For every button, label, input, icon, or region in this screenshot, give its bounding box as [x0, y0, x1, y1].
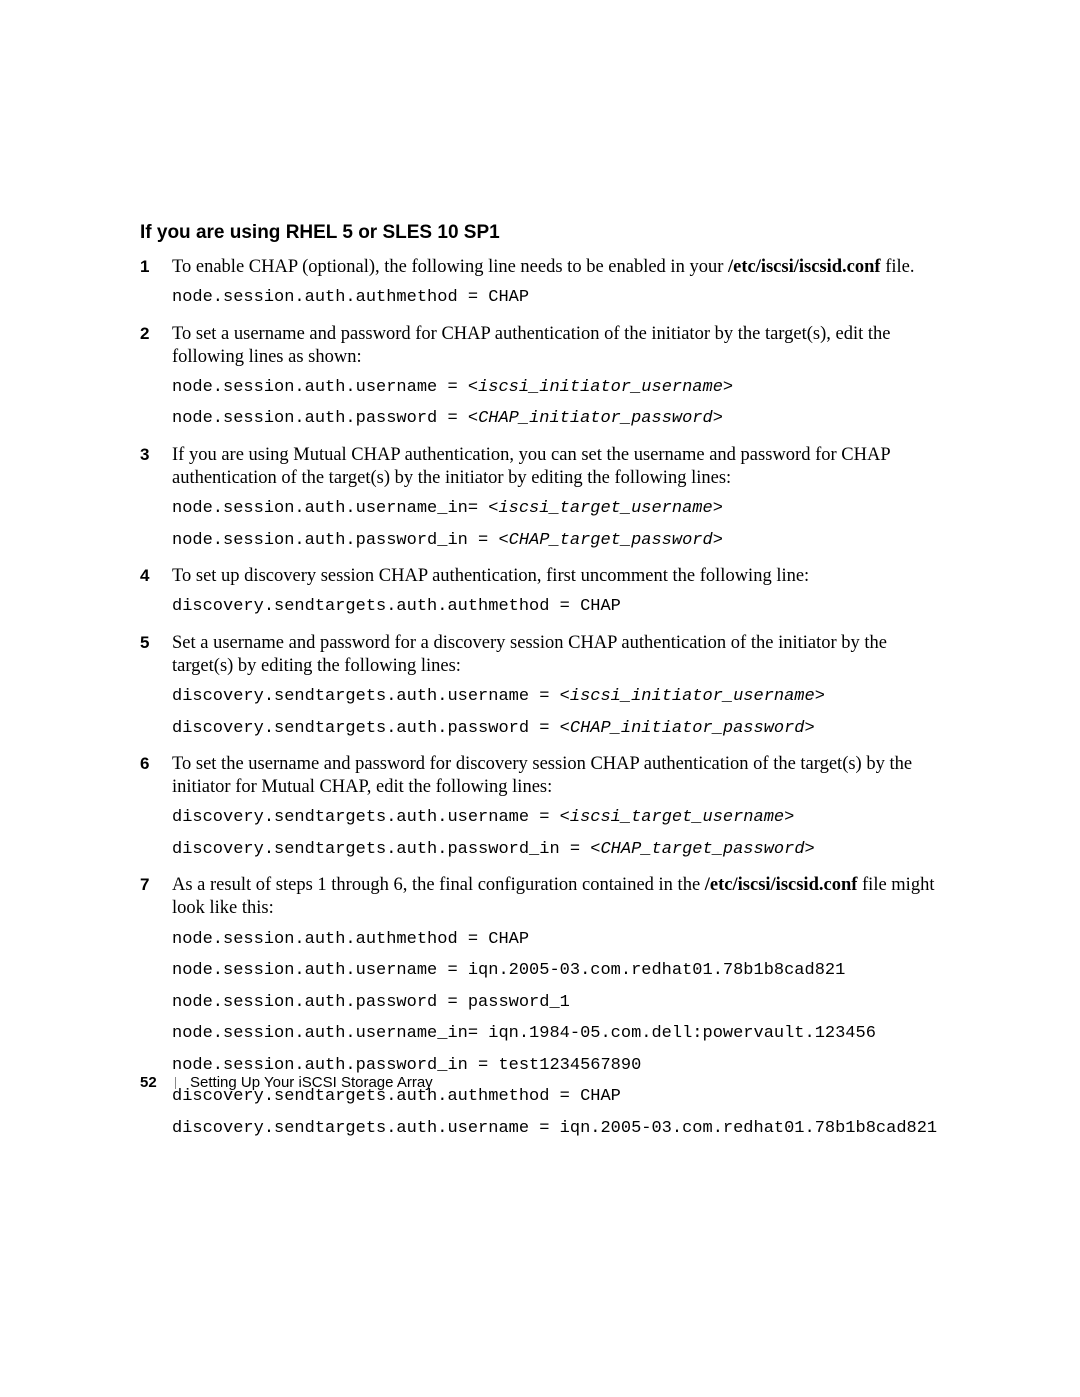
code-line: discovery.sendtargets.auth.username = <i…	[172, 684, 940, 710]
footer-divider	[175, 1077, 176, 1089]
code-line: node.session.auth.username = <iscsi_init…	[172, 375, 940, 401]
step-item: Set a username and password for a discov…	[140, 632, 940, 741]
step-item: To enable CHAP (optional), the following…	[140, 256, 940, 311]
code-placeholder: CHAP_initiator_password	[570, 719, 805, 738]
code-tail: >	[805, 719, 815, 738]
code-line: node.session.auth.username_in= iqn.1984-…	[172, 1021, 940, 1047]
file-path: /etc/iscsi/iscsid.conf	[705, 875, 858, 895]
code-placeholder: iscsi_initiator_username	[478, 378, 723, 397]
code-plain: discovery.sendtargets.auth.password = <	[172, 719, 570, 738]
code-plain: discovery.sendtargets.auth.password_in =…	[172, 840, 600, 859]
section-heading: If you are using RHEL 5 or SLES 10 SP1	[140, 222, 940, 244]
code-plain: node.session.auth.username = <	[172, 378, 478, 397]
code-tail: >	[713, 499, 723, 518]
code-line: node.session.auth.authmethod = CHAP	[172, 927, 940, 953]
step-text: To set a username and password for CHAP …	[172, 323, 940, 369]
step-text-before: To set up discovery session CHAP authent…	[172, 566, 809, 586]
document-page: If you are using RHEL 5 or SLES 10 SP1 T…	[0, 0, 1080, 1141]
code-line: node.session.auth.password_in = <CHAP_ta…	[172, 528, 940, 554]
step-text-before: To set the username and password for dis…	[172, 754, 912, 797]
code-line: discovery.sendtargets.auth.authmethod = …	[172, 594, 940, 620]
step-text-before: To enable CHAP (optional), the following…	[172, 257, 728, 277]
code-plain: node.session.auth.username_in= <	[172, 499, 498, 518]
page-number: 52	[140, 1074, 157, 1091]
code-line: node.session.auth.authmethod = CHAP	[172, 285, 940, 311]
code-tail: >	[713, 409, 723, 428]
code-plain: node.session.auth.username_in= iqn.1984-…	[172, 1024, 876, 1043]
step-text: To set the username and password for dis…	[172, 753, 940, 799]
step-item: To set the username and password for dis…	[140, 753, 940, 862]
code-placeholder: iscsi_initiator_username	[570, 687, 815, 706]
code-tail: >	[723, 378, 733, 397]
code-placeholder: CHAP_target_password	[509, 531, 713, 550]
code-plain: node.session.auth.password = <	[172, 409, 478, 428]
code-tail: >	[784, 808, 794, 827]
step-list: To enable CHAP (optional), the following…	[140, 256, 940, 1141]
step-item: To set up discovery session CHAP authent…	[140, 565, 940, 620]
code-plain: node.session.auth.password_in = <	[172, 531, 509, 550]
code-placeholder: iscsi_target_username	[570, 808, 784, 827]
code-plain: discovery.sendtargets.auth.authmethod = …	[172, 597, 621, 616]
code-line: discovery.sendtargets.auth.username = iq…	[172, 1116, 940, 1142]
step-text-before: If you are using Mutual CHAP authenticat…	[172, 445, 890, 488]
step-item: To set a username and password for CHAP …	[140, 323, 940, 432]
code-plain: discovery.sendtargets.auth.username = <	[172, 687, 570, 706]
code-plain: discovery.sendtargets.auth.username = <	[172, 808, 570, 827]
step-text-before: As a result of steps 1 through 6, the fi…	[172, 875, 705, 895]
file-path: /etc/iscsi/iscsid.conf	[728, 257, 881, 277]
code-plain: discovery.sendtargets.auth.username = iq…	[172, 1119, 937, 1138]
step-item: If you are using Mutual CHAP authenticat…	[140, 444, 940, 553]
step-text: Set a username and password for a discov…	[172, 632, 940, 678]
code-placeholder: CHAP_target_password	[600, 840, 804, 859]
step-text: If you are using Mutual CHAP authenticat…	[172, 444, 940, 490]
code-plain: node.session.auth.password_in = test1234…	[172, 1056, 641, 1075]
code-line: node.session.auth.password = password_1	[172, 990, 940, 1016]
code-line: discovery.sendtargets.auth.password_in =…	[172, 837, 940, 863]
code-tail: >	[815, 687, 825, 706]
code-line: node.session.auth.password = <CHAP_initi…	[172, 406, 940, 432]
step-text-before: To set a username and password for CHAP …	[172, 324, 890, 367]
code-line: node.session.auth.username = iqn.2005-03…	[172, 958, 940, 984]
code-line: discovery.sendtargets.auth.username = <i…	[172, 805, 940, 831]
step-text: As a result of steps 1 through 6, the fi…	[172, 874, 940, 920]
code-placeholder: iscsi_target_username	[498, 499, 712, 518]
code-line: discovery.sendtargets.auth.password = <C…	[172, 716, 940, 742]
code-placeholder: CHAP_initiator_password	[478, 409, 713, 428]
step-text-after: file.	[881, 257, 915, 277]
code-plain: node.session.auth.authmethod = CHAP	[172, 930, 529, 949]
code-line: node.session.auth.username_in= <iscsi_ta…	[172, 496, 940, 522]
step-text: To set up discovery session CHAP authent…	[172, 565, 940, 588]
code-tail: >	[805, 840, 815, 859]
code-plain: node.session.auth.username = iqn.2005-03…	[172, 961, 845, 980]
code-plain: node.session.auth.authmethod = CHAP	[172, 288, 529, 307]
step-text-before: Set a username and password for a discov…	[172, 633, 887, 676]
step-item: As a result of steps 1 through 6, the fi…	[140, 874, 940, 1141]
page-footer: 52 Setting Up Your iSCSI Storage Array	[140, 1074, 433, 1091]
footer-title: Setting Up Your iSCSI Storage Array	[190, 1074, 433, 1091]
step-text: To enable CHAP (optional), the following…	[172, 256, 940, 279]
code-plain: node.session.auth.password = password_1	[172, 993, 570, 1012]
code-tail: >	[713, 531, 723, 550]
